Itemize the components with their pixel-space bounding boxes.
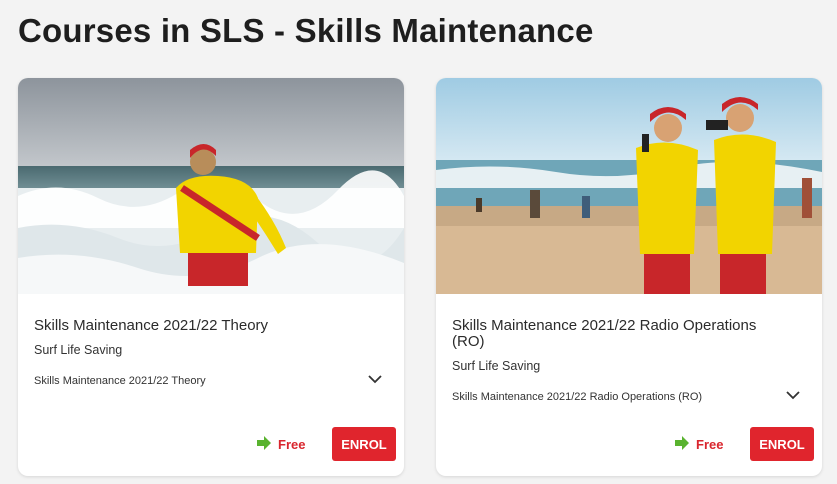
arrow-right-icon — [674, 436, 690, 453]
course-card[interactable]: Skills Maintenance 2021/22 Radio Operati… — [436, 78, 822, 476]
enrol-button[interactable]: ENROL — [750, 427, 814, 461]
enrol-button[interactable]: ENROL — [332, 427, 396, 461]
course-title[interactable]: Skills Maintenance 2021/22 Radio Operati… — [452, 318, 792, 350]
price-value: Free — [278, 437, 306, 452]
lifeguard-in-surf-photo[interactable] — [18, 78, 404, 294]
course-description: Skills Maintenance 2021/22 Radio Operati… — [452, 391, 703, 403]
chevron-down-icon[interactable] — [784, 388, 802, 402]
arrow-right-icon — [256, 436, 272, 453]
chevron-down-icon[interactable] — [366, 372, 384, 386]
course-description: Skills Maintenance 2021/22 Theory — [34, 375, 206, 387]
page-title: Courses in SLS - Skills Maintenance — [18, 12, 594, 49]
course-organisation: Surf Life Saving — [452, 359, 541, 373]
lifeguards-on-beach-photo[interactable] — [436, 78, 822, 294]
course-card[interactable]: Skills Maintenance 2021/22 Theory Surf L… — [18, 78, 404, 476]
course-title[interactable]: Skills Maintenance 2021/22 Theory — [34, 318, 374, 334]
price-label: Free — [674, 436, 723, 453]
course-organisation: Surf Life Saving — [34, 343, 123, 357]
price-value: Free — [696, 437, 724, 452]
price-label: Free — [256, 436, 305, 453]
